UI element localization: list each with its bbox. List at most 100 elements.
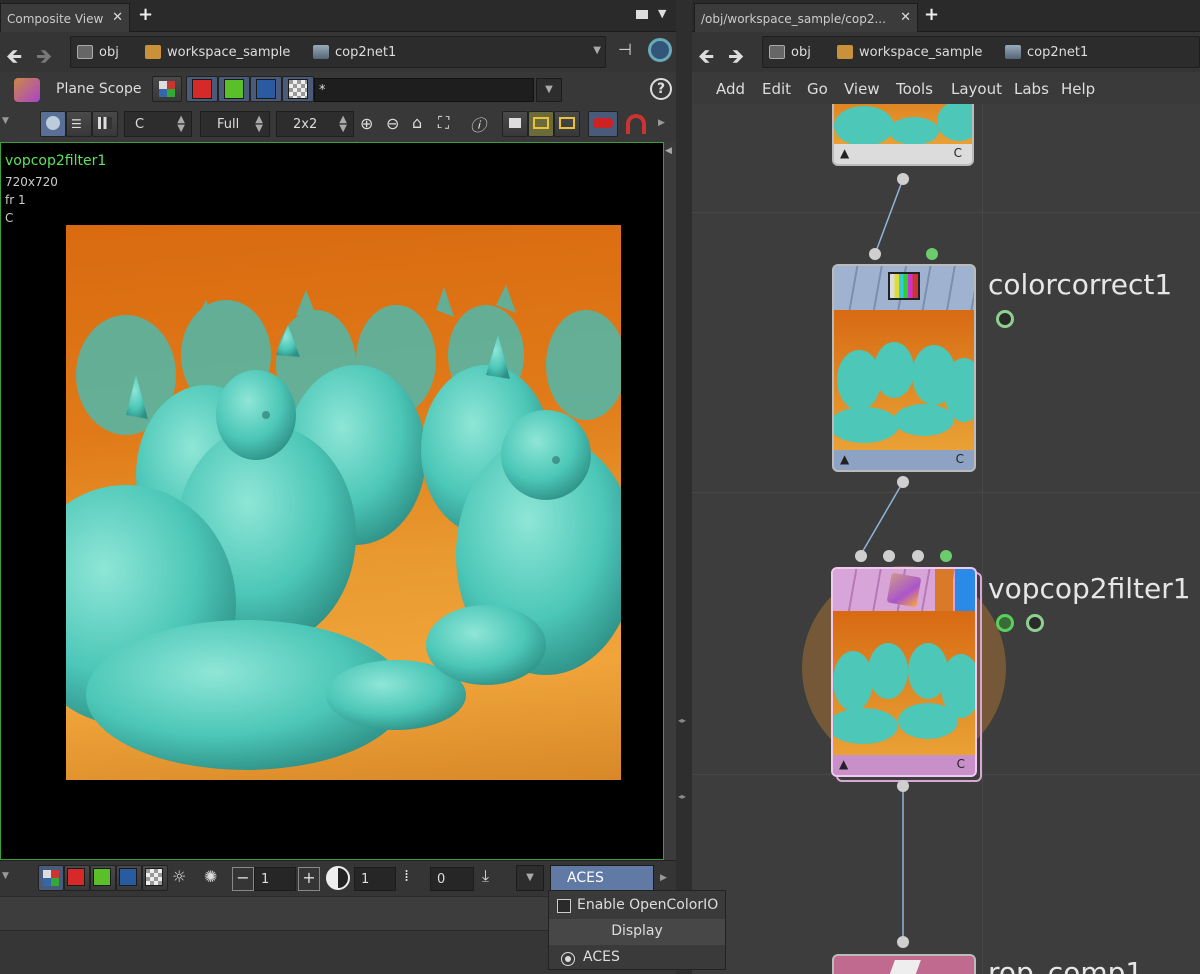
red-channel-button[interactable] <box>186 76 218 102</box>
plane-filter-input[interactable]: * <box>314 78 534 102</box>
bottom-green-button[interactable] <box>90 865 116 891</box>
exposure-menu-icon[interactable]: ☼ <box>172 867 186 886</box>
add-tab-icon[interactable]: + <box>138 4 153 25</box>
render-button[interactable] <box>588 111 618 137</box>
toolbar-collapse-icon[interactable]: ▼ <box>2 116 9 126</box>
menu-view[interactable]: View <box>844 80 880 98</box>
blue-channel-button[interactable] <box>250 76 282 102</box>
enable-ocio-item[interactable]: Enable OpenColorIO <box>549 893 725 919</box>
close-icon[interactable]: ✕ <box>112 10 123 25</box>
maximize-icon[interactable] <box>636 10 648 19</box>
green-channel-button[interactable] <box>218 76 250 102</box>
split-view-button[interactable] <box>528 111 554 137</box>
link-icon[interactable] <box>648 38 672 62</box>
menu-add[interactable]: Add <box>716 80 745 98</box>
breadcrumb-dropdown-icon[interactable]: ▼ <box>593 45 601 56</box>
input-port[interactable] <box>855 550 867 562</box>
node-label-rop-comp1[interactable]: rop_comp1 <box>988 956 1143 974</box>
scope-tool-icon[interactable] <box>14 78 40 102</box>
bottom-red-button[interactable] <box>64 865 90 891</box>
zoom-out-icon[interactable]: ⊖ <box>386 114 399 133</box>
splitter-handle-icon[interactable]: ◂▸ <box>678 792 686 801</box>
lut-dropdown-icon[interactable]: ▼ <box>516 865 544 891</box>
histogram-button[interactable] <box>92 111 118 137</box>
display-flag[interactable] <box>955 569 975 611</box>
brightness-decrement-button[interactable]: − <box>232 867 254 891</box>
display-mode-button[interactable] <box>40 111 66 137</box>
input-port[interactable] <box>897 936 909 948</box>
enable-ocio-checkbox[interactable] <box>557 899 571 913</box>
output-port[interactable] <box>897 780 909 792</box>
gamma-icon[interactable] <box>326 866 350 890</box>
input-port[interactable] <box>869 248 881 260</box>
mask-port[interactable] <box>926 248 938 260</box>
brightness-increment-button[interactable]: + <box>298 867 320 891</box>
colorcorrect1-node[interactable]: ▲ C <box>832 264 976 472</box>
add-tab-icon[interactable]: + <box>924 4 939 25</box>
channel-dropdown[interactable]: C ▲ ▼ <box>124 111 192 137</box>
magnet-icon[interactable] <box>626 114 646 134</box>
fit-icon[interactable]: ⛶ <box>438 113 449 133</box>
bypass-flag[interactable] <box>935 569 953 611</box>
input-port[interactable] <box>883 550 895 562</box>
output-port[interactable] <box>897 476 909 488</box>
node-label-colorcorrect1[interactable]: colorcorrect1 <box>988 268 1172 301</box>
crumb-obj[interactable]: obj <box>77 37 119 67</box>
display-lut-button[interactable]: ACES <box>550 865 654 891</box>
bottom-more-icon[interactable]: ▶ <box>660 873 667 883</box>
menu-labs[interactable]: Labs <box>1014 80 1049 98</box>
compare-view-button[interactable] <box>554 111 580 137</box>
crumb-obj[interactable]: obj <box>769 37 811 67</box>
tab-composite-view[interactable]: Composite View ✕ <box>0 3 130 32</box>
single-view-button[interactable] <box>502 111 528 137</box>
back-arrow-icon[interactable]: 🡸 <box>6 42 22 76</box>
image-viewer[interactable]: vopcop2filter1 720x720 fr 1 C <box>0 142 664 860</box>
offset-icon[interactable]: ⁞ <box>404 866 409 885</box>
more-tools-icon[interactable]: ▶ <box>658 118 665 128</box>
pane-menu-icon[interactable]: ▼ <box>658 7 666 20</box>
lut-icon[interactable]: ⤓ <box>482 866 489 886</box>
home-icon[interactable]: ⌂ <box>412 113 422 132</box>
rop-comp1-node[interactable] <box>832 954 976 974</box>
crumb-workspace[interactable]: workspace_sample <box>837 37 982 67</box>
aces-option[interactable]: ACES <box>549 945 725 971</box>
menu-layout[interactable]: Layout <box>951 80 1002 98</box>
bottom-collapse-icon[interactable]: ▼ <box>2 871 9 881</box>
brightness-icon[interactable]: ✺ <box>204 867 217 886</box>
upstream-node[interactable]: ▲ C <box>832 104 974 166</box>
input-port[interactable] <box>912 550 924 562</box>
list-mode-button[interactable]: ☰ <box>66 111 92 137</box>
bottom-blue-button[interactable] <box>116 865 142 891</box>
menu-go[interactable]: Go <box>807 80 828 98</box>
offset-field[interactable]: 0 <box>430 867 474 891</box>
forward-arrow-icon[interactable]: 🡺 <box>36 42 52 76</box>
info-icon[interactable]: ⓘ <box>470 112 486 136</box>
vopcop2filter1-node[interactable]: ▲ C <box>831 567 977 777</box>
pane-splitter[interactable]: ◂▸ ◂▸ <box>676 0 692 974</box>
bottom-alpha-button[interactable] <box>142 865 168 891</box>
back-arrow-icon[interactable]: 🡸 <box>698 42 714 76</box>
gamma-field[interactable]: 1 <box>354 867 396 891</box>
alpha-channel-button[interactable] <box>282 76 314 102</box>
forward-arrow-icon[interactable]: 🡺 <box>728 42 744 76</box>
bottom-all-channels-button[interactable] <box>38 865 64 891</box>
help-icon[interactable]: ? <box>650 78 672 100</box>
resolution-dropdown[interactable]: Full ▲ ▼ <box>200 111 270 137</box>
viewer-side-arrow-icon[interactable]: ◀ <box>665 146 672 156</box>
brightness-field[interactable]: 1 <box>254 867 296 891</box>
output-port[interactable] <box>897 173 909 185</box>
zoom-dropdown[interactable]: 2x2 ▲ ▼ <box>276 111 354 137</box>
all-channels-button[interactable] <box>152 76 182 102</box>
network-editor[interactable]: ▲ C ▲ C colorcorrect1 ▲ C vopcop2filter1… <box>692 104 1200 974</box>
tab-network-path[interactable]: /obj/workspace_sample/cop2... ✕ <box>694 3 918 32</box>
node-label-vopcop2filter1[interactable]: vopcop2filter1 <box>988 572 1191 605</box>
menu-tools[interactable]: Tools <box>896 80 933 98</box>
plane-filter-dropdown-icon[interactable]: ▼ <box>536 78 562 102</box>
crumb-cop2net[interactable]: cop2net1 <box>313 37 396 67</box>
menu-edit[interactable]: Edit <box>762 80 791 98</box>
close-icon[interactable]: ✕ <box>900 10 911 25</box>
splitter-handle-icon[interactable]: ◂▸ <box>678 716 686 725</box>
zoom-in-icon[interactable]: ⊕ <box>360 114 373 133</box>
crumb-cop2net[interactable]: cop2net1 <box>1005 37 1088 67</box>
mask-port[interactable] <box>940 550 952 562</box>
